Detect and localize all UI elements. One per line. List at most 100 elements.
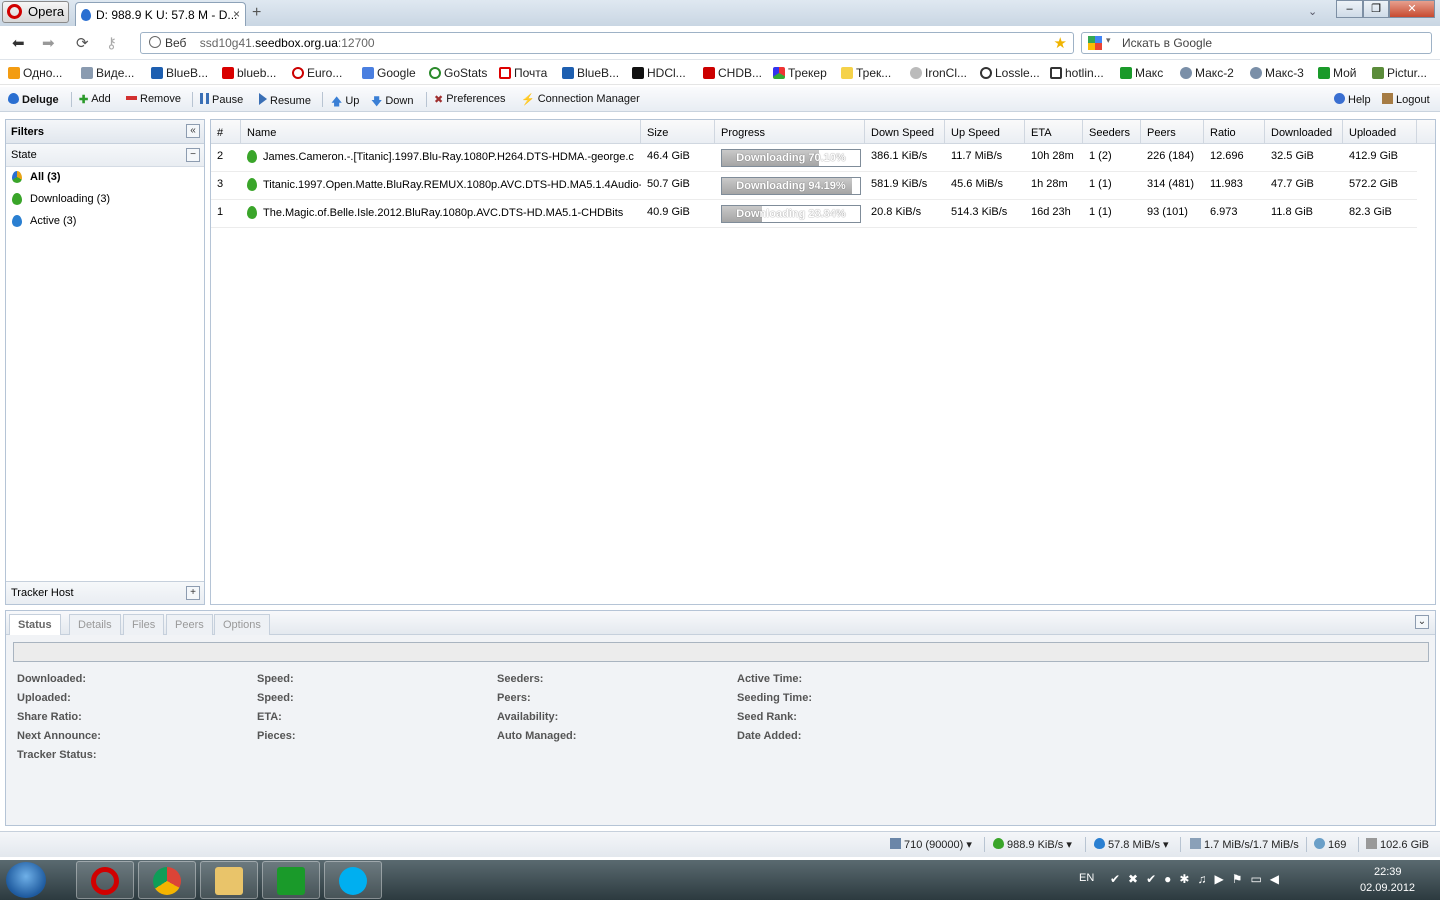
remove-button[interactable]: Remove bbox=[126, 93, 181, 105]
address-bar[interactable]: Веб ssd10g41.seedbox.org.ua:12700 ★ bbox=[140, 32, 1074, 54]
key-icon[interactable]: ⚷ bbox=[106, 34, 117, 52]
column-header[interactable]: Peers bbox=[1141, 120, 1204, 144]
clock-date[interactable]: 02.09.2012 bbox=[1360, 882, 1415, 894]
column-header[interactable]: Down Speed bbox=[865, 120, 945, 144]
bookmark-item[interactable]: Виде... bbox=[81, 66, 134, 80]
progress-text: Downloading 70.10% bbox=[736, 152, 846, 164]
bookmark-item[interactable]: BlueB... bbox=[151, 66, 208, 80]
queue-down-button[interactable]: 🡇 Down bbox=[371, 93, 413, 108]
forward-arrow-icon[interactable]: ➡ bbox=[42, 34, 55, 52]
logout-button[interactable]: Logout bbox=[1382, 93, 1430, 106]
bookmark-item[interactable]: Макс bbox=[1120, 66, 1163, 80]
column-header[interactable]: Name bbox=[241, 120, 641, 144]
connections-status[interactable]: 710 (90000) ▾ bbox=[890, 838, 972, 851]
column-header[interactable]: Downloaded bbox=[1265, 120, 1343, 144]
filter-item-downloading[interactable]: Downloading (3) bbox=[6, 189, 204, 211]
collapse-filters-button[interactable]: « bbox=[186, 124, 200, 138]
column-header[interactable]: Seeders bbox=[1083, 120, 1141, 144]
queue-up-button[interactable]: 🡅 Up bbox=[331, 93, 359, 108]
clock-time[interactable]: 22:39 bbox=[1374, 866, 1402, 878]
downloaded-cell: 11.8 GiB bbox=[1271, 206, 1313, 218]
column-header[interactable]: Up Speed bbox=[945, 120, 1025, 144]
taskbar-skype[interactable] bbox=[324, 861, 382, 899]
resume-button[interactable]: Resume bbox=[259, 93, 311, 107]
column-header[interactable]: ETA bbox=[1025, 120, 1083, 144]
tray-icons[interactable]: ✔✖✔●✱♫▶⚑▭◀ bbox=[1110, 872, 1287, 886]
bookmark-item[interactable]: GoStats bbox=[429, 66, 487, 80]
column-header[interactable]: Ratio bbox=[1204, 120, 1265, 144]
taskbar-utorrent[interactable] bbox=[262, 861, 320, 899]
pause-button[interactable]: Pause bbox=[200, 93, 243, 106]
column-header[interactable]: Size bbox=[641, 120, 715, 144]
column-header[interactable]: # bbox=[211, 120, 241, 144]
upload-speed-status[interactable]: 57.8 MiB/s ▾ bbox=[1094, 838, 1169, 851]
language-indicator[interactable]: EN bbox=[1079, 872, 1094, 884]
num-cell: 3 bbox=[217, 178, 224, 190]
bookmark-item[interactable]: Euro... bbox=[292, 66, 342, 80]
peers-cell: 314 (481) bbox=[1147, 178, 1195, 190]
back-arrow-icon[interactable]: ⬅ bbox=[12, 34, 25, 52]
browser-tab-active[interactable]: D: 988.9 K U: 57.8 M - D... × bbox=[75, 2, 246, 26]
reload-icon[interactable]: ⟳ bbox=[76, 34, 89, 52]
connection-manager-button[interactable]: ⚡ Connection Manager bbox=[521, 93, 640, 106]
tracker-host-toggle-button[interactable]: + bbox=[186, 586, 200, 600]
uploaded-cell: 412.9 GiB bbox=[1349, 150, 1398, 162]
column-header[interactable]: Uploaded bbox=[1343, 120, 1417, 144]
bookmark-item[interactable]: HDCl... bbox=[632, 66, 686, 80]
bookmark-item[interactable]: Трек... bbox=[841, 66, 891, 80]
search-field[interactable]: ▾ Искать в Google bbox=[1081, 32, 1432, 54]
bookmark-item[interactable]: Pictur... bbox=[1372, 66, 1427, 80]
tab-close-button[interactable]: × bbox=[233, 7, 240, 21]
search-engine-dropdown-icon[interactable]: ▾ bbox=[1106, 35, 1111, 46]
progress-text: Downloading 94.19% bbox=[736, 180, 846, 192]
add-button[interactable]: ✚ Add bbox=[79, 93, 111, 106]
torrent-row[interactable]: 1 The.Magic.of.Belle.Isle.2012.BluRay.108… bbox=[211, 200, 1417, 228]
state-toggle-button[interactable]: − bbox=[186, 148, 200, 162]
bookmark-item[interactable]: hotlin... bbox=[1050, 66, 1104, 80]
filter-item-active[interactable]: Active (3) bbox=[6, 211, 204, 233]
status-field-label: Tracker Status: bbox=[17, 749, 97, 761]
peers-cell: 226 (184) bbox=[1147, 150, 1195, 162]
torrent-row[interactable]: 3 Titanic.1997.Open.Matte.BluRay.REMUX.10… bbox=[211, 172, 1417, 200]
column-header[interactable]: Progress bbox=[715, 120, 865, 144]
maximize-button[interactable]: ❐ bbox=[1363, 0, 1389, 18]
seeders-cell: 1 (1) bbox=[1089, 178, 1112, 190]
new-tab-button[interactable]: + bbox=[252, 4, 261, 22]
bookmark-item[interactable]: Google bbox=[362, 66, 416, 80]
bookmark-item[interactable]: blueb... bbox=[222, 66, 276, 80]
bookmark-item[interactable]: Макс-2 bbox=[1180, 66, 1234, 80]
bookmark-item[interactable]: CHDB... bbox=[703, 66, 762, 80]
tab-options[interactable]: Options bbox=[214, 614, 270, 635]
collapse-details-button[interactable]: ⌄ bbox=[1415, 615, 1429, 629]
tab-details[interactable]: Details bbox=[69, 614, 121, 635]
tab-status[interactable]: Status bbox=[9, 614, 61, 635]
tab-files[interactable]: Files bbox=[123, 614, 165, 635]
tracker-host-section[interactable]: Tracker Host + bbox=[6, 581, 204, 604]
bookmark-item[interactable]: Одно... bbox=[8, 66, 62, 80]
help-button[interactable]: Help bbox=[1334, 93, 1371, 106]
bookmark-star-icon[interactable]: ★ bbox=[1054, 34, 1067, 52]
num-cell: 1 bbox=[217, 206, 224, 218]
bookmark-item[interactable]: Трекер bbox=[773, 66, 827, 80]
bookmark-item[interactable]: IronCl... bbox=[910, 66, 967, 80]
tab-list-icon[interactable]: ⌄ bbox=[1308, 5, 1317, 18]
taskbar-explorer[interactable] bbox=[200, 861, 258, 899]
taskbar-opera[interactable] bbox=[76, 861, 134, 899]
downloading-icon bbox=[12, 193, 22, 205]
minimize-button[interactable]: – bbox=[1336, 0, 1363, 18]
download-speed-status[interactable]: 988.9 KiB/s ▾ bbox=[993, 838, 1072, 851]
bookmark-item[interactable]: Почта bbox=[499, 66, 547, 80]
torrent-row[interactable]: 2 James.Cameron.-.[Titanic].1997.Blu-Ray.… bbox=[211, 144, 1417, 172]
bookmark-item[interactable]: BlueB... bbox=[562, 66, 619, 80]
preferences-button[interactable]: ✖ Preferences bbox=[434, 93, 506, 106]
filter-item-all[interactable]: All (3) bbox=[6, 167, 204, 189]
tab-peers[interactable]: Peers bbox=[166, 614, 213, 635]
bookmark-item[interactable]: Макс-3 bbox=[1250, 66, 1304, 80]
opera-menu-button[interactable]: Opera bbox=[2, 1, 69, 23]
bookmark-item[interactable]: Мой bbox=[1318, 66, 1357, 80]
close-window-button[interactable]: ✕ bbox=[1389, 0, 1435, 18]
start-button[interactable] bbox=[6, 862, 46, 898]
taskbar-chrome[interactable] bbox=[138, 861, 196, 899]
size-cell: 46.4 GiB bbox=[647, 150, 690, 162]
bookmark-item[interactable]: Lossle... bbox=[980, 66, 1040, 80]
